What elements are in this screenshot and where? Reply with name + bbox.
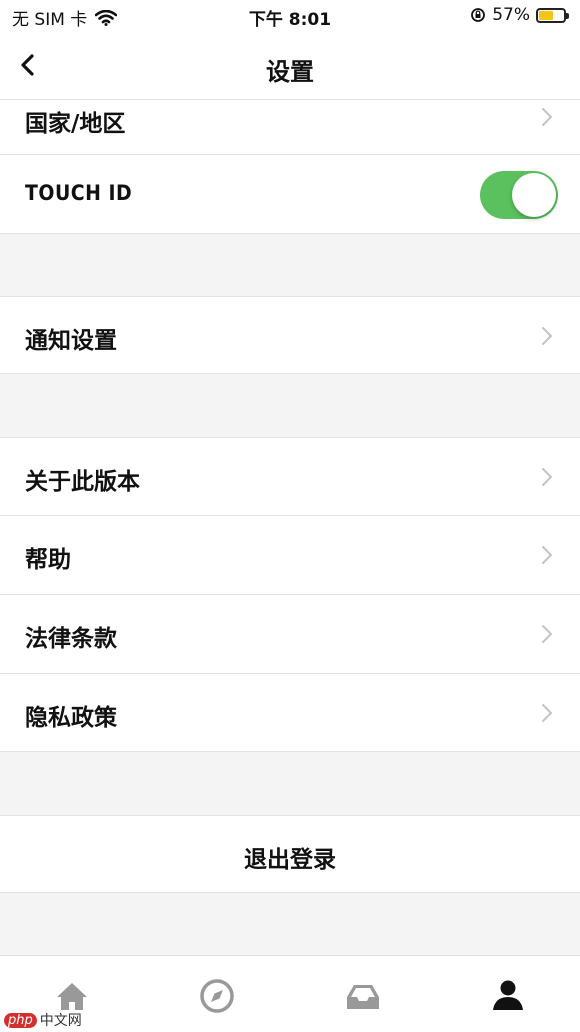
tab-explore[interactable] bbox=[197, 976, 237, 1016]
row-legal[interactable]: 法律条款 bbox=[0, 595, 580, 674]
row-region[interactable]: 国家/地区 bbox=[0, 100, 580, 155]
orientation-lock-icon bbox=[471, 8, 486, 22]
row-touch-id: TOUCH ID bbox=[0, 155, 580, 234]
toggle-knob bbox=[512, 173, 556, 217]
settings-screen: 无 SIM 卡 下午 8:01 57% 设置 国家/地区 TOUCH ID 通知… bbox=[0, 0, 580, 1032]
row-help-label: 帮助 bbox=[25, 547, 71, 573]
battery-nub bbox=[566, 12, 569, 19]
row-help[interactable]: 帮助 bbox=[0, 516, 580, 595]
compass-icon bbox=[200, 979, 234, 1013]
inbox-icon bbox=[347, 985, 379, 1009]
row-privacy-label: 隐私政策 bbox=[25, 705, 117, 731]
chevron-right-icon bbox=[542, 546, 553, 564]
chevron-right-icon bbox=[542, 704, 553, 722]
status-right: 57% bbox=[470, 5, 569, 25]
row-about-label: 关于此版本 bbox=[25, 469, 140, 495]
chevron-right-icon bbox=[542, 468, 553, 486]
status-bar: 无 SIM 卡 下午 8:01 57% bbox=[0, 0, 580, 32]
watermark-text: 中文网 bbox=[39, 1013, 82, 1029]
row-about[interactable]: 关于此版本 bbox=[0, 437, 580, 516]
battery-icon bbox=[536, 7, 569, 23]
touch-id-toggle[interactable] bbox=[480, 171, 558, 219]
row-notifications[interactable]: 通知设置 bbox=[0, 296, 580, 374]
logout-label: 退出登录 bbox=[244, 847, 336, 873]
logout-button[interactable]: 退出登录 bbox=[0, 815, 580, 893]
chevron-right-icon bbox=[542, 327, 553, 345]
tab-profile[interactable] bbox=[488, 976, 528, 1016]
profile-icon bbox=[493, 980, 523, 1010]
row-touch-id-label: TOUCH ID bbox=[25, 181, 133, 205]
battery-percent: 57% bbox=[492, 5, 530, 25]
navigation-bar: 设置 bbox=[0, 32, 580, 100]
page-title: 设置 bbox=[266, 58, 314, 86]
chevron-right-icon bbox=[542, 108, 553, 126]
battery-fill bbox=[539, 10, 553, 20]
row-region-label: 国家/地区 bbox=[25, 111, 126, 137]
watermark: php 中文网 bbox=[4, 1010, 82, 1030]
watermark-badge: php bbox=[4, 1012, 37, 1028]
tab-bar bbox=[0, 955, 580, 1032]
tab-inbox[interactable] bbox=[343, 976, 383, 1016]
row-notifications-label: 通知设置 bbox=[25, 328, 117, 354]
chevron-right-icon bbox=[542, 625, 553, 643]
row-privacy[interactable]: 隐私政策 bbox=[0, 674, 580, 752]
row-legal-label: 法律条款 bbox=[25, 626, 117, 652]
